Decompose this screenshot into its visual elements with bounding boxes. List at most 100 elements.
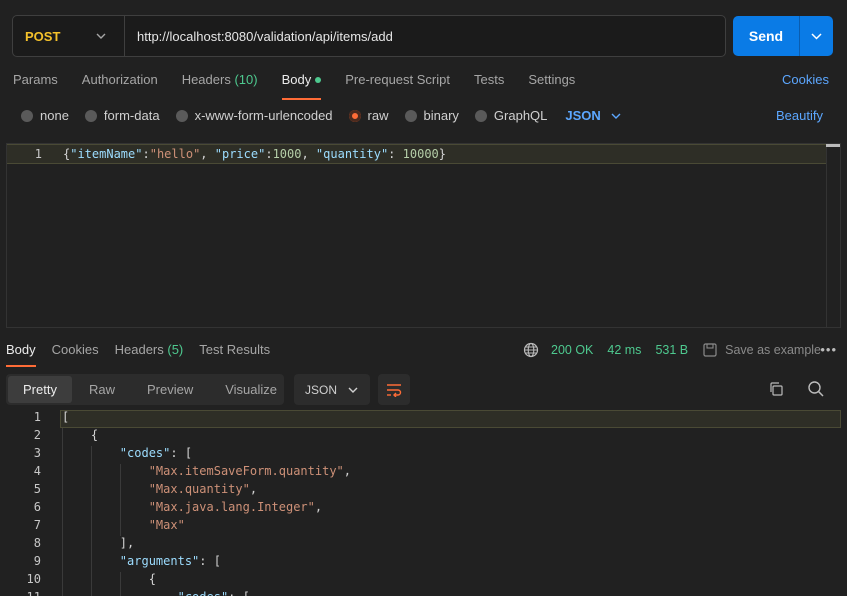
code-text: "codes": [: [62, 446, 192, 460]
json-punctuation: {: [62, 572, 156, 586]
search-icon: [808, 381, 824, 397]
radio-form-data[interactable]: form-data: [84, 108, 160, 123]
json-punctuation: ],: [62, 536, 135, 550]
json-punctuation: {: [62, 428, 99, 442]
code-line: 6 "Max.java.lang.Integer",: [0, 498, 847, 516]
tab-label: Params: [13, 72, 58, 87]
request-tabs: Params Authorization Headers (10) Body P…: [13, 72, 599, 100]
copy-button[interactable]: [768, 381, 784, 402]
radio-label: binary: [423, 108, 459, 123]
more-options-icon[interactable]: •••: [820, 342, 837, 357]
chevron-down-icon: [611, 110, 621, 122]
tab-label: Tests: [473, 72, 505, 87]
radio-icon: [175, 109, 188, 122]
json-key: "price": [214, 147, 266, 161]
json-string: "Max.itemSaveForm.quantity": [148, 464, 344, 478]
tab-label: Headers: [114, 342, 164, 357]
response-body-viewer[interactable]: 1[2 {3 "codes": [4 "Max.itemSaveForm.qua…: [0, 408, 847, 596]
send-button-group: Send: [733, 16, 833, 56]
json-punctuation: [62, 482, 149, 496]
response-tabs: Body Cookies Headers (5) Test Results: [6, 342, 286, 367]
response-size[interactable]: 531 B: [655, 343, 688, 357]
modified-dot-icon: [315, 76, 322, 83]
cookies-link[interactable]: Cookies: [782, 72, 829, 87]
tab-body[interactable]: Body: [281, 72, 322, 100]
code-text: {: [62, 572, 156, 586]
radio-label: none: [40, 108, 69, 123]
scrollbar-thumb[interactable]: [826, 144, 840, 147]
wrap-lines-button[interactable]: [378, 374, 410, 405]
response-time[interactable]: 42 ms: [607, 343, 641, 357]
radio-icon: [474, 109, 487, 122]
view-tab-preview[interactable]: Preview: [132, 376, 208, 403]
code-text: "Max.itemSaveForm.quantity",: [62, 464, 351, 478]
json-string: "hello": [149, 147, 201, 161]
radio-label: raw: [367, 108, 389, 123]
line-number: 1: [34, 147, 42, 161]
view-tab-pretty[interactable]: Pretty: [8, 376, 72, 403]
line-number: 8: [33, 536, 41, 550]
request-body-editor[interactable]: 1 {"itemName":"hello", "price":1000, "qu…: [6, 143, 841, 328]
code-text: "arguments": [: [62, 554, 221, 568]
code-text: {: [62, 428, 98, 442]
url-input[interactable]: http://localhost:8080/validation/api/ite…: [125, 29, 393, 44]
code-line: 11 "codes": [: [0, 588, 847, 596]
tab-response-headers[interactable]: Headers (5): [115, 342, 184, 364]
editor-scrollbar[interactable]: [826, 144, 840, 327]
line-number: 3: [33, 446, 41, 460]
tab-authorization[interactable]: Authorization: [82, 72, 158, 96]
radio-none[interactable]: none: [21, 108, 69, 123]
radio-raw[interactable]: raw: [348, 108, 389, 123]
radio-graphql[interactable]: GraphQL: [474, 108, 548, 123]
response-format-select[interactable]: JSON: [294, 374, 370, 405]
send-options-button[interactable]: [800, 16, 833, 56]
code-line: 10 {: [0, 570, 847, 588]
tab-params[interactable]: Params: [13, 72, 58, 96]
request-body-code[interactable]: {"itemName":"hello", "price":1000, "quan…: [63, 147, 446, 161]
tab-label: Authorization: [81, 72, 158, 87]
tab-response-cookies[interactable]: Cookies: [52, 342, 99, 364]
code-line: 2 {: [0, 426, 847, 444]
tab-label: Test Results: [199, 342, 271, 357]
body-format-select[interactable]: JSON: [565, 108, 621, 123]
chevron-down-icon: [811, 32, 822, 40]
save-as-example-button[interactable]: Save as example: [725, 343, 821, 357]
globe-icon[interactable]: [523, 342, 539, 358]
tab-settings[interactable]: Settings: [528, 72, 575, 96]
response-view-tabs: Pretty Raw Preview Visualize: [6, 374, 284, 405]
status-code[interactable]: 200 OK: [551, 343, 593, 357]
beautify-button[interactable]: Beautify: [776, 108, 823, 123]
line-number: 6: [33, 500, 41, 514]
json-key: "arguments": [119, 554, 200, 568]
line-number: 7: [33, 518, 41, 532]
radio-x-www-form-urlencoded[interactable]: x-www-form-urlencoded: [175, 108, 333, 123]
radio-icon: [404, 109, 417, 122]
code-line: 5 "Max.quantity",: [0, 480, 847, 498]
code-line: 9 "arguments": [: [0, 552, 847, 570]
radio-binary[interactable]: binary: [404, 108, 459, 123]
line-number: 9: [33, 554, 41, 568]
json-punctuation: ,: [200, 147, 215, 161]
code-text: [: [62, 410, 69, 424]
tab-pre-request-script[interactable]: Pre-request Script: [345, 72, 450, 96]
view-tab-visualize[interactable]: Visualize: [210, 376, 292, 403]
method-select[interactable]: POST: [13, 16, 125, 56]
search-button[interactable]: [807, 380, 825, 403]
tab-tests[interactable]: Tests: [474, 72, 504, 96]
json-punctuation: ,: [314, 500, 323, 514]
json-punctuation: [62, 590, 178, 596]
view-tab-raw[interactable]: Raw: [74, 376, 130, 403]
response-status-bar: 200 OK 42 ms 531 B Save as example: [523, 342, 835, 358]
tab-test-results[interactable]: Test Results: [199, 342, 270, 364]
json-punctuation: }: [438, 147, 446, 161]
json-punctuation: [62, 554, 120, 568]
tab-headers[interactable]: Headers (10): [182, 72, 258, 96]
tab-response-body[interactable]: Body: [6, 342, 36, 367]
send-button[interactable]: Send: [733, 16, 800, 56]
json-punctuation: [62, 464, 149, 478]
code-line: 4 "Max.itemSaveForm.quantity",: [0, 462, 847, 480]
json-punctuation: ,: [343, 464, 352, 478]
radio-label: GraphQL: [493, 108, 548, 123]
json-punctuation: : [: [170, 446, 193, 460]
json-key: "codes": [178, 590, 229, 596]
